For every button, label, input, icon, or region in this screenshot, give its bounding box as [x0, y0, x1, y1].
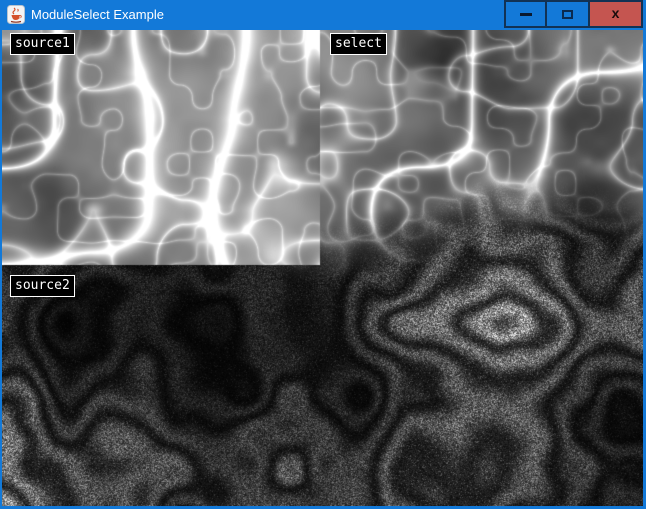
window-title: ModuleSelect Example [31, 0, 164, 30]
noise-canvas [2, 30, 643, 506]
image-label-select: select [330, 33, 387, 55]
noise-preview-area [2, 30, 643, 506]
maximize-square-icon [562, 10, 573, 19]
application-window: ModuleSelect Example x source1 select so… [0, 0, 646, 509]
window-controls: x [504, 0, 643, 28]
image-label-source1: source1 [10, 33, 75, 55]
close-button[interactable]: x [590, 0, 643, 28]
minimize-dash-icon [520, 13, 532, 16]
titlebar[interactable]: ModuleSelect Example x [0, 0, 646, 30]
close-x-icon: x [612, 6, 620, 20]
minimize-button[interactable] [504, 0, 547, 28]
java-coffee-cup-icon[interactable] [7, 5, 25, 24]
image-label-source2: source2 [10, 275, 75, 297]
maximize-button[interactable] [547, 0, 590, 28]
